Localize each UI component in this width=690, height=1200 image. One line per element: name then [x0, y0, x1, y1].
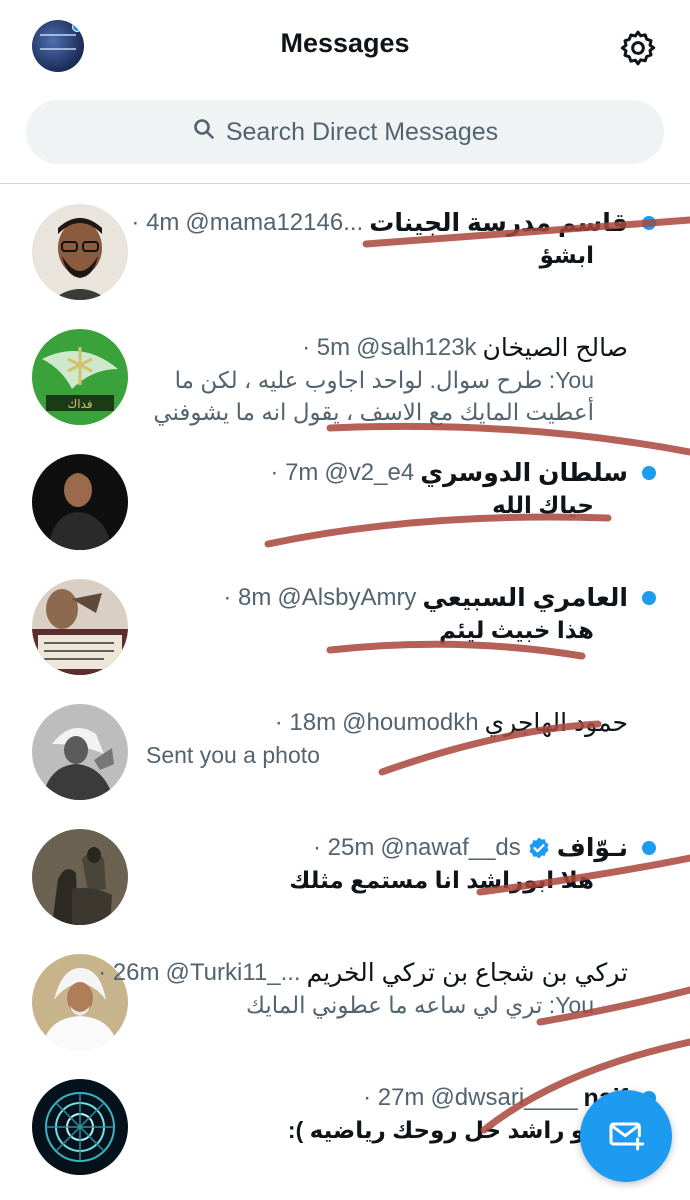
contact-handle: @mama12146...	[185, 209, 364, 236]
avatar	[32, 454, 128, 550]
divider	[0, 183, 690, 184]
timestamp: · 26m	[98, 959, 160, 986]
top-bar: Messages	[0, 0, 690, 92]
avatar: فداك	[32, 329, 128, 425]
message-preview: هلا ابوراشد انا مستمع مثلك	[289, 867, 594, 893]
conversation-header: نـوّاف @nawaf__ds · 25m	[313, 831, 628, 865]
verified-badge-icon	[527, 836, 551, 860]
conversation-item[interactable]: تركي بن شجاع بن تركي الخريم @Turki11_...…	[0, 936, 690, 1061]
contact-handle: @dwsari____	[430, 1084, 578, 1111]
timestamp: · 25m	[312, 834, 375, 861]
gear-icon[interactable]	[618, 28, 658, 68]
contact-name: قاسم مدرسة الجينات	[369, 209, 628, 237]
contact-handle: @salh123k	[356, 334, 477, 361]
message-preview: هذا خبيث ليئم	[438, 617, 594, 643]
avatar	[32, 579, 128, 675]
unread-dot	[642, 841, 656, 855]
conversation-header: صالح الصيخان @salh123k · 5m	[302, 331, 628, 365]
avatar	[32, 704, 128, 800]
contact-name: تركي بن شجاع بن تركي الخريم	[306, 959, 628, 987]
message-preview: بو راشد خل روحك رياضيه ):	[287, 1117, 594, 1143]
conversation-header: تركي بن شجاع بن تركي الخريم @Turki11_...…	[98, 956, 628, 990]
timestamp: · 8m	[223, 584, 272, 611]
conversation-item[interactable]: حمود الهاجري @houmodkh · 18m Sent you a …	[0, 686, 690, 811]
search-icon	[192, 117, 216, 148]
conversation-item[interactable]: العامري السبيعي @AlsbyAmry · 8m هذا خبيث…	[0, 561, 690, 686]
message-preview-line2: أعطيت المايك مع الاسف ، يقول انه ما يشوف…	[153, 399, 594, 425]
avatar	[32, 829, 128, 925]
unread-dot	[642, 591, 656, 605]
timestamp: · 4m	[131, 209, 180, 236]
message-preview: Sent you a photo	[146, 742, 320, 768]
conversation-item[interactable]: قاسم مدرسة الجينات @mama12146... · 4m اب…	[0, 186, 690, 311]
contact-handle: @Turki11_...	[165, 959, 301, 986]
new-message-button[interactable]	[580, 1090, 672, 1182]
contact-handle: @nawaf__ds	[380, 834, 521, 861]
timestamp: · 27m	[363, 1084, 425, 1111]
conversation-item[interactable]: نـوّاف @nawaf__ds · 25m هلا ابوراشد انا …	[0, 811, 690, 936]
contact-name: حمود الهاجري	[484, 709, 628, 737]
message-preview: حياك الله	[492, 492, 594, 518]
new-message-icon	[606, 1114, 646, 1159]
conversation-header: قاسم مدرسة الجينات @mama12146... · 4m	[131, 206, 628, 240]
contact-name: نـوّاف	[556, 834, 628, 862]
conversation-header: سلطان الدوسري @v2_e4 · 7m	[270, 456, 628, 490]
contact-name: العامري السبيعي	[422, 584, 628, 612]
timestamp: · 18m	[274, 709, 337, 736]
svg-text:فداك: فداك	[67, 397, 92, 411]
unread-dot	[642, 466, 656, 480]
message-preview: You: تري لي ساعه ما عطوني المايك	[245, 992, 594, 1018]
unread-dot	[642, 216, 656, 230]
page-title: Messages	[280, 28, 410, 58]
search-input[interactable]: Search Direct Messages	[26, 100, 664, 164]
search-placeholder: Search Direct Messages	[225, 117, 499, 146]
contact-handle: @AlsbyAmry	[277, 584, 417, 611]
conversation-item[interactable]: سلطان الدوسري @v2_e4 · 7m حياك الله	[0, 436, 690, 561]
timestamp: · 5m	[302, 334, 351, 361]
conversation-item[interactable]: فداك صالح الصيخان @salh123k · 5m You: طر…	[0, 311, 690, 436]
message-preview: You: طرح سوال. لواحد اجاوب عليه ، لكن ما	[174, 367, 594, 393]
message-preview: ابشؤ	[539, 242, 594, 268]
avatar	[32, 204, 128, 300]
avatar	[32, 1079, 128, 1175]
contact-name: سلطان الدوسري	[420, 459, 628, 487]
timestamp: · 7m	[270, 459, 319, 486]
conversation-header: العامري السبيعي @AlsbyAmry · 8m	[223, 581, 628, 615]
conversation-header: حمود الهاجري @houmodkh · 18m	[275, 706, 628, 740]
contact-handle: @v2_e4	[324, 459, 415, 486]
contact-handle: @houmodkh	[342, 709, 479, 736]
contact-name: صالح الصيخان	[482, 334, 628, 362]
